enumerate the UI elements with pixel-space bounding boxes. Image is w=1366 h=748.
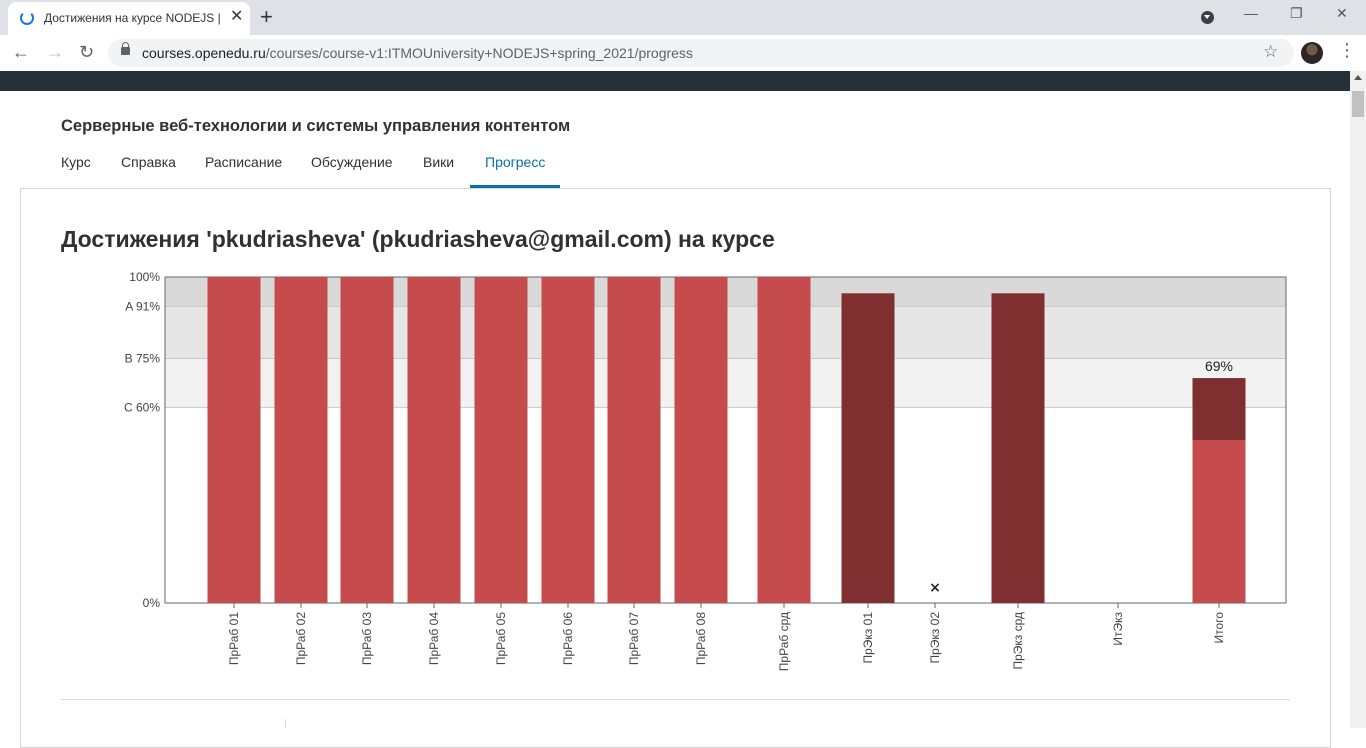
bar [674, 277, 728, 603]
y-tick-label: B 75% [125, 352, 161, 366]
x-tick-label: ПрРаб срд [777, 612, 791, 671]
bar [991, 293, 1045, 603]
total-bar-segment [1192, 378, 1246, 440]
x-tick-label: ПрРаб 01 [227, 612, 241, 665]
y-tick-label: C 60% [124, 400, 160, 414]
total-bar-segment [1192, 440, 1246, 603]
x-tick-label: ПрРаб 08 [694, 612, 708, 665]
x-tick-label: ИтЭкз [1111, 612, 1125, 646]
x-tick-label: ПрЭкз 02 [928, 612, 942, 664]
scroll-thumb[interactable] [1352, 91, 1364, 117]
x-tick-label: ПрЭкз 01 [861, 612, 875, 664]
bar [607, 277, 661, 603]
bar [474, 277, 528, 603]
x-tick-label: ПрРаб 07 [627, 612, 641, 665]
y-tick-label: 0% [143, 596, 161, 610]
bar [274, 277, 328, 603]
bar [757, 277, 811, 603]
x-tick-label: ПрРаб 03 [360, 612, 374, 665]
bar [841, 293, 895, 603]
total-value-label: 69% [1205, 358, 1233, 374]
section-divider [61, 699, 1290, 700]
bar [207, 277, 261, 603]
bar [541, 277, 595, 603]
x-tick-label: ПрРаб 04 [427, 612, 441, 665]
page-scrollbar[interactable] [1350, 71, 1366, 728]
section-divider-tick [285, 719, 286, 728]
x-tick-label: ПрЭкз срд [1011, 612, 1025, 670]
scroll-up-icon[interactable] [1354, 75, 1362, 80]
x-tick-label: ПрРаб 06 [561, 612, 575, 665]
bar [340, 277, 394, 603]
grade-chart: 100% A 91% B 75% C 60% 0% ПрРаб 01 ПрРаб 02 ПрР… [124, 270, 1287, 671]
x-tick-label: Итого [1212, 612, 1226, 644]
dropped-score-marker: × [929, 580, 941, 596]
x-tick-label: ПрРаб 05 [494, 612, 508, 665]
bar [407, 277, 461, 603]
x-tick-label: ПрРаб 02 [294, 612, 308, 665]
y-tick-label: A 91% [125, 299, 160, 313]
y-tick-label: 100% [129, 270, 160, 284]
